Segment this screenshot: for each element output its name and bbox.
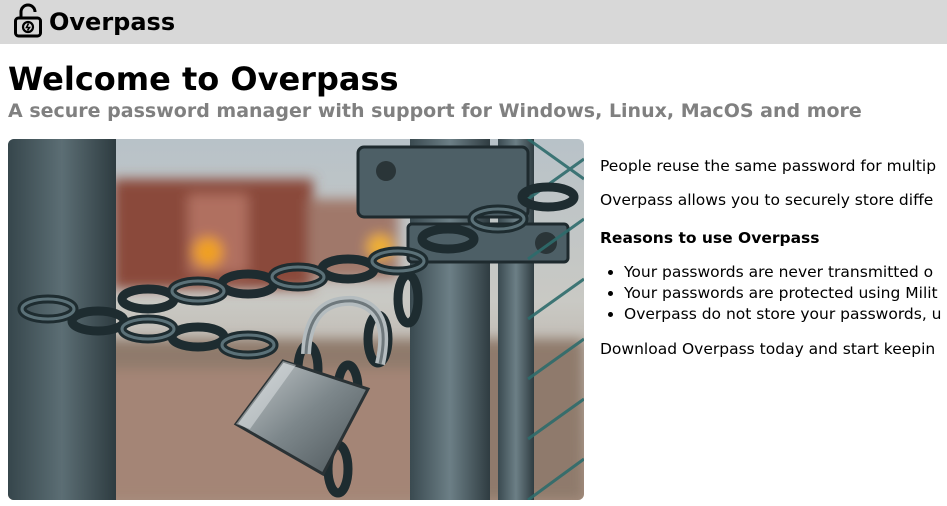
top-navbar: Overpass xyxy=(0,0,947,44)
page-subtitle: A secure password manager with support f… xyxy=(8,100,862,122)
main-content: People reuse the same password for multi… xyxy=(600,148,947,373)
reasons-list: Your passwords are never transmitted o Y… xyxy=(600,262,947,325)
brand-link[interactable]: Overpass xyxy=(13,3,176,38)
intro-paragraph-1: People reuse the same password for multi… xyxy=(600,157,937,175)
padlock-icon xyxy=(14,3,42,38)
intro-paragraph-2: Overpass allows you to securely store di… xyxy=(600,191,934,209)
list-item: Your passwords are protected using Milit xyxy=(624,283,947,304)
page-title: Welcome to Overpass xyxy=(8,60,399,98)
cta-paragraph: Download Overpass today and start keepin xyxy=(600,340,936,358)
brand-name: Overpass xyxy=(49,8,176,36)
padlock-chained-gate-image xyxy=(8,139,584,500)
reasons-heading: Reasons to use Overpass xyxy=(600,229,820,247)
list-item: Your passwords are never transmitted o xyxy=(624,262,947,283)
list-item: Overpass do not store your passwords, u xyxy=(624,304,947,325)
